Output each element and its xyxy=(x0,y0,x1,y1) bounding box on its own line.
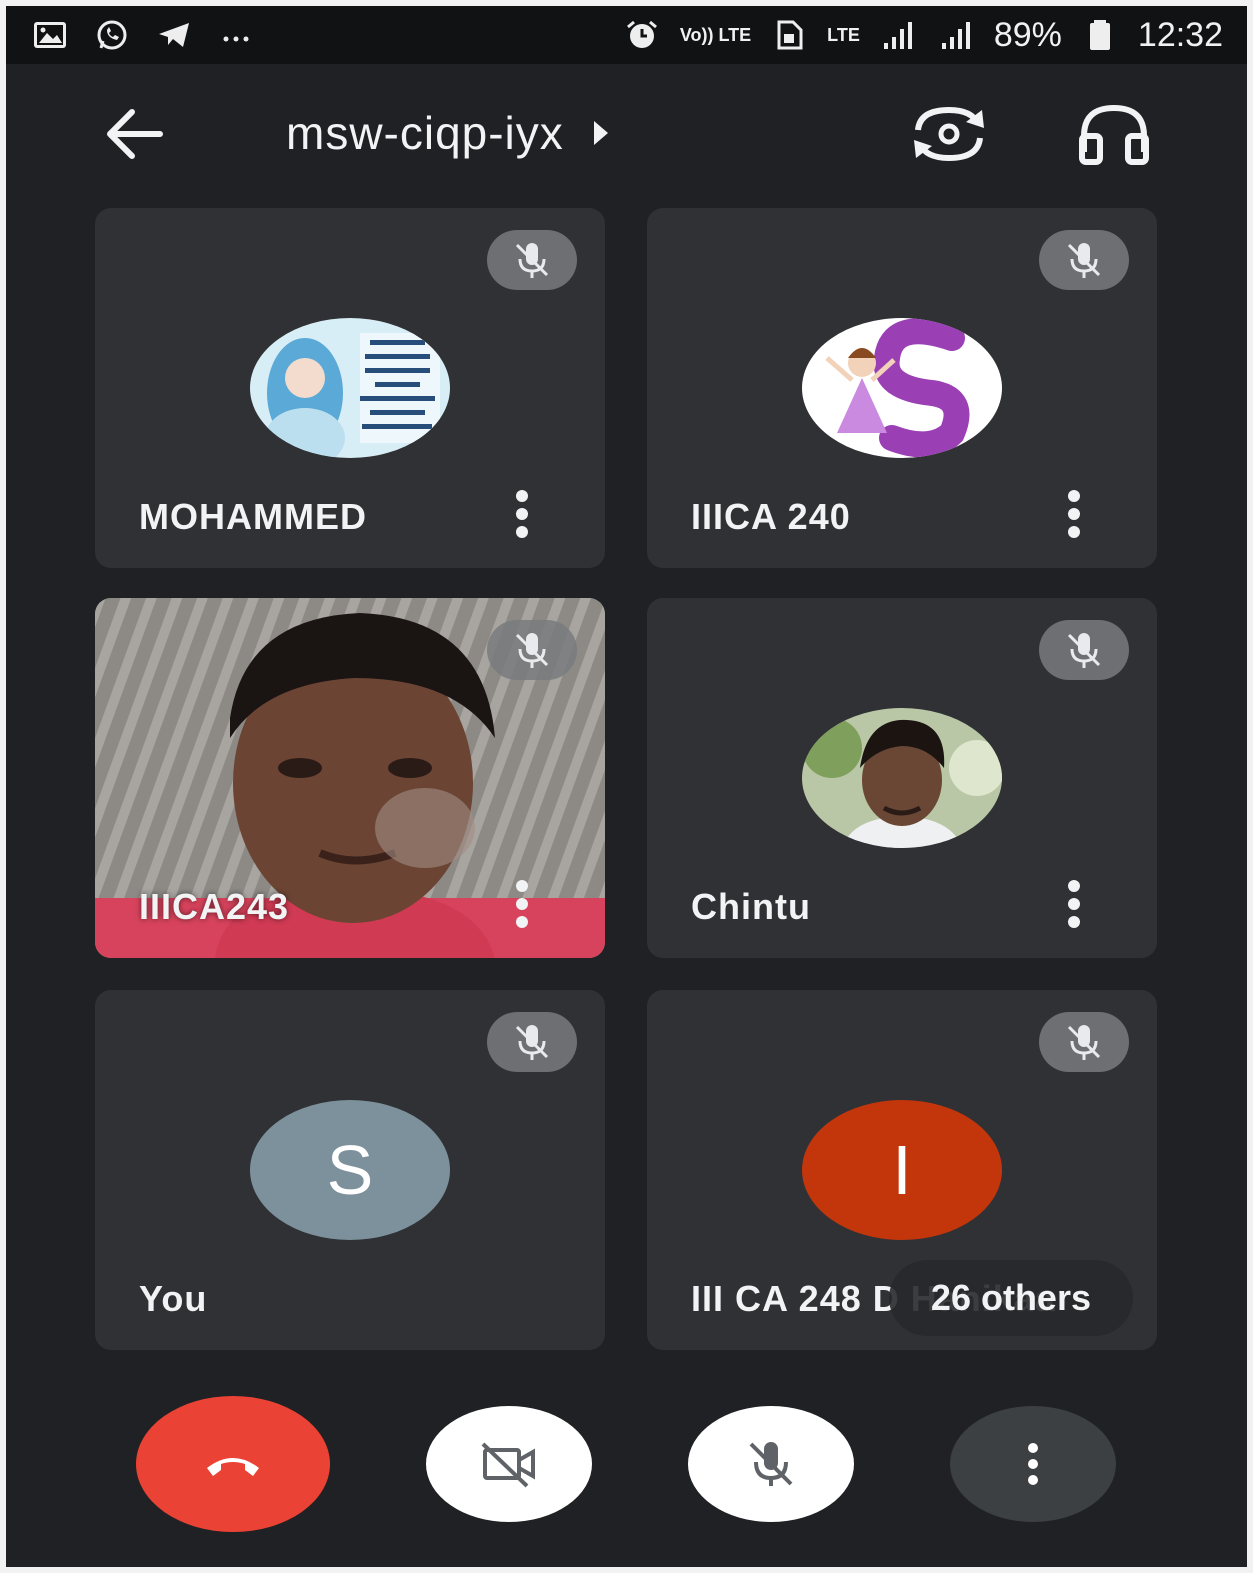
end-call-icon xyxy=(207,1458,259,1476)
switch-camera-icon[interactable] xyxy=(906,104,992,164)
volte-indicator: Vo)) LTE xyxy=(679,25,752,45)
alarm-icon xyxy=(622,18,662,52)
headphones-icon[interactable] xyxy=(1076,102,1152,166)
mic-off-icon xyxy=(1039,620,1129,680)
caret-right-icon xyxy=(593,121,608,145)
camera-off-icon xyxy=(481,1442,535,1488)
self-tile[interactable]: S You xyxy=(95,990,605,1350)
call-controls xyxy=(6,1390,1247,1540)
sim-card-icon xyxy=(769,18,809,52)
whatsapp-icon xyxy=(92,18,132,52)
mic-off-icon xyxy=(1039,1012,1129,1072)
participant-tile[interactable]: Chintu xyxy=(647,598,1157,958)
lte-indicator: LTE xyxy=(827,25,860,45)
participant-name: IIICA243 xyxy=(139,886,290,927)
participant-tile[interactable]: IIICA 240 xyxy=(647,208,1157,568)
mic-off-icon xyxy=(487,230,577,290)
mic-off-icon xyxy=(487,620,577,680)
camera-toggle-button[interactable] xyxy=(426,1406,592,1522)
more-options-button[interactable] xyxy=(950,1406,1116,1522)
more-vert-icon[interactable] xyxy=(510,880,534,928)
participant-name: Chintu xyxy=(691,886,811,927)
avatar-initial: I xyxy=(802,1100,1002,1240)
avatar-image xyxy=(250,318,450,458)
meeting-header: msw-ciqp-iyx xyxy=(6,64,1247,204)
more-vert-icon[interactable] xyxy=(1062,490,1086,538)
meeting-code-text: msw-ciqp-iyx xyxy=(286,107,564,159)
avatar-image xyxy=(802,318,1002,458)
signal-icon-1 xyxy=(878,18,918,52)
avatar-initial: S xyxy=(250,1100,450,1240)
mic-off-icon xyxy=(749,1442,793,1486)
participant-tile[interactable]: IIICA243 xyxy=(95,598,605,958)
more-vert-icon[interactable] xyxy=(510,490,534,538)
end-call-button[interactable] xyxy=(136,1396,330,1532)
status-bar: Vo)) LTE LTE 89% 12:32 xyxy=(6,6,1247,64)
mic-off-icon xyxy=(487,1012,577,1072)
more-notifications-icon xyxy=(216,18,256,52)
gallery-icon xyxy=(30,18,70,52)
battery-icon xyxy=(1080,18,1120,52)
participant-name: IIICA 240 xyxy=(691,496,851,537)
avatar-initial-letter: I xyxy=(892,1131,912,1209)
avatar-initial-letter: S xyxy=(326,1131,374,1209)
battery-percent: 89% xyxy=(993,15,1062,54)
telegram-icon xyxy=(154,18,194,52)
more-options-icon xyxy=(1028,1443,1038,1485)
avatar-image xyxy=(802,708,1002,848)
signal-icon-2 xyxy=(936,18,976,52)
mic-toggle-button[interactable] xyxy=(688,1406,854,1522)
participant-name: You xyxy=(139,1278,208,1319)
clock: 12:32 xyxy=(1137,15,1223,54)
participant-name: MOHAMMED xyxy=(139,496,367,537)
meeting-code[interactable]: msw-ciqp-iyx xyxy=(286,106,608,160)
participant-tile[interactable]: I III CA 248 D Hanikaa 26 others xyxy=(647,990,1157,1350)
others-chip[interactable]: 26 others xyxy=(888,1260,1133,1336)
participant-tile[interactable]: MOHAMMED xyxy=(95,208,605,568)
arrow-left-icon[interactable] xyxy=(102,104,166,164)
more-vert-icon[interactable] xyxy=(1062,880,1086,928)
mic-off-icon xyxy=(1039,230,1129,290)
